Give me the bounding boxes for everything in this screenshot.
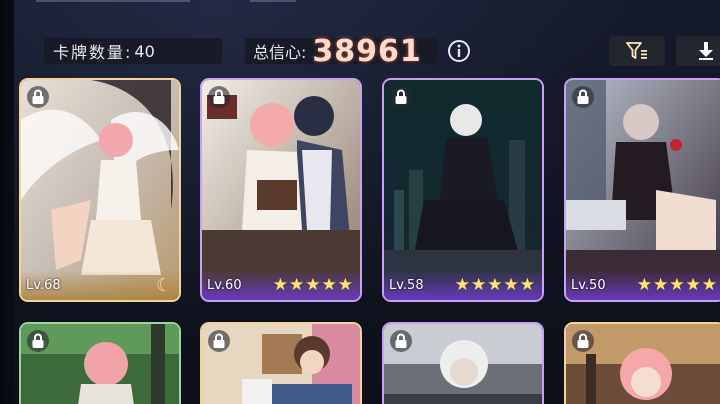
- lock-icon[interactable]: [390, 330, 412, 352]
- filter-icon: [626, 42, 647, 59]
- lock-icon[interactable]: [390, 86, 412, 108]
- trust-label: 总信心:: [253, 43, 307, 62]
- card-6[interactable]: [200, 322, 362, 404]
- download-icon: [699, 42, 713, 60]
- card-4[interactable]: Lv.50 ★ ★ ★ ★ ★: [564, 78, 720, 302]
- card-footer: Lv.50 ★ ★ ★ ★ ★: [566, 270, 720, 300]
- lock-icon[interactable]: [572, 86, 594, 108]
- card-level: Lv.60: [207, 277, 242, 293]
- info-icon[interactable]: [447, 39, 471, 63]
- trust-value: 38961: [312, 33, 422, 69]
- card-2[interactable]: Lv.60 ★ ★ ★ ★ ★: [200, 78, 362, 302]
- download-button[interactable]: [676, 36, 720, 66]
- card-level: Lv.68: [26, 277, 61, 293]
- card-art: [384, 80, 542, 300]
- card-art: [21, 80, 179, 300]
- star-icon: ★: [636, 274, 652, 295]
- star-icon: ★: [289, 274, 305, 295]
- star-rating: ★ ★ ★ ★ ★: [636, 274, 717, 295]
- card-count-label: 卡牌数量:: [53, 43, 133, 62]
- star-icon: ★: [685, 274, 701, 295]
- card-level: Lv.58: [389, 277, 424, 293]
- star-icon: ★: [701, 274, 717, 295]
- card-footer: Lv.58 ★ ★ ★ ★ ★: [384, 270, 542, 300]
- trust-panel: 总信心: 38961: [245, 34, 437, 69]
- star-icon: ★: [487, 274, 503, 295]
- star-icon: ★: [503, 274, 519, 295]
- card-1[interactable]: Lv.68 ☾: [19, 78, 181, 302]
- card-count-panel: 卡牌数量: 40: [44, 38, 222, 64]
- star-icon: ★: [337, 274, 353, 295]
- lock-icon[interactable]: [208, 330, 230, 352]
- card-8[interactable]: [564, 322, 720, 404]
- lock-icon[interactable]: [27, 86, 49, 108]
- star-icon: ★: [272, 274, 288, 295]
- card-footer: Lv.60 ★ ★ ★ ★ ★: [202, 270, 360, 300]
- star-icon: ★: [454, 274, 470, 295]
- filter-button[interactable]: [609, 36, 665, 66]
- card-level: Lv.50: [571, 277, 606, 293]
- card-collection-screen: 卡牌数量: 40 总信心: 38961 Lv.68 ☾ Lv.60 ★ ★ ★ …: [0, 0, 720, 404]
- card-7[interactable]: [382, 322, 544, 404]
- star-icon: ★: [321, 274, 337, 295]
- card-art: [202, 80, 360, 300]
- star-rating: ★ ★ ★ ★ ★: [272, 274, 353, 295]
- card-footer: Lv.68 ☾: [21, 270, 179, 300]
- tab-underline: [250, 0, 296, 2]
- card-count-value: 40: [134, 41, 155, 61]
- star-icon: ★: [471, 274, 487, 295]
- lock-icon[interactable]: [572, 330, 594, 352]
- lock-icon[interactable]: [208, 86, 230, 108]
- lock-icon[interactable]: [27, 330, 49, 352]
- star-icon: ★: [653, 274, 669, 295]
- card-art: [566, 80, 720, 300]
- card-5[interactable]: [19, 322, 181, 404]
- star-rating: ★ ★ ★ ★ ★: [454, 274, 535, 295]
- moon-icon: ☾: [155, 274, 172, 296]
- star-icon: ★: [669, 274, 685, 295]
- tab-underline: [36, 0, 190, 2]
- card-3[interactable]: Lv.58 ★ ★ ★ ★ ★: [382, 78, 544, 302]
- star-icon: ★: [305, 274, 321, 295]
- star-icon: ★: [519, 274, 535, 295]
- left-frame: [0, 0, 14, 404]
